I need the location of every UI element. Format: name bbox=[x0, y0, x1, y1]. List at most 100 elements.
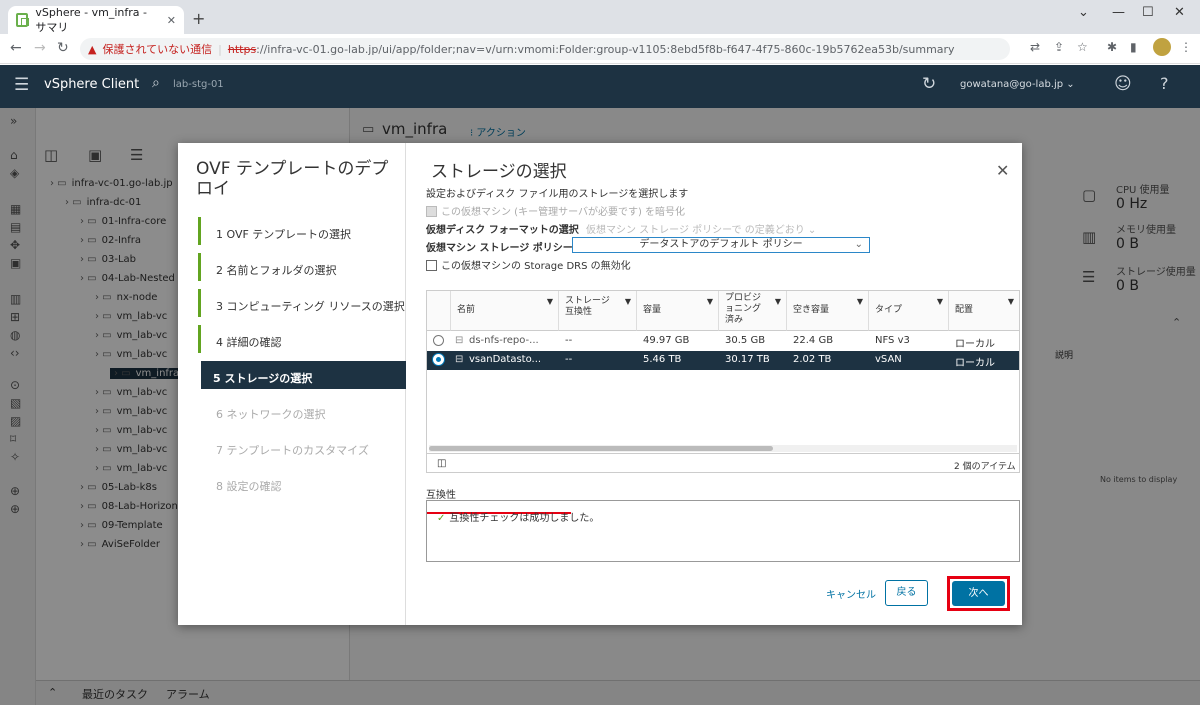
cell-placement: ローカル bbox=[955, 339, 995, 350]
next-button[interactable]: 次へ bbox=[952, 581, 1005, 606]
filter-icon[interactable]: ▼ bbox=[937, 296, 943, 307]
horizontal-scrollbar[interactable] bbox=[429, 445, 1017, 452]
filter-icon[interactable]: ▼ bbox=[1008, 296, 1014, 307]
hamburger-menu-icon[interactable]: ☰ bbox=[14, 75, 29, 95]
filter-icon[interactable]: ▼ bbox=[775, 296, 781, 307]
column-header-compat[interactable]: ストレージ 互換性 ▼ bbox=[559, 291, 637, 331]
back-arrow-icon[interactable]: ← bbox=[10, 40, 22, 56]
radio-column-header bbox=[427, 291, 451, 331]
warning-icon: ▲ bbox=[88, 42, 97, 56]
wizard-steps-panel: OVF テンプレートのデプロイ 1 OVF テンプレートの選択 2 名前とフォル… bbox=[178, 143, 406, 625]
translate-icon[interactable]: ⇄ bbox=[1030, 40, 1040, 54]
disk-format-select: 仮想マシン ストレージ ポリシーで の定義どおり ⌄ bbox=[585, 225, 817, 236]
url-bar[interactable]: ▲ 保護されていない通信 | https://infra-vc-01.go-la… bbox=[80, 38, 1010, 60]
datastore-icon: ⊟ bbox=[455, 335, 464, 346]
browser-menu-icon[interactable]: ⋮ bbox=[1180, 40, 1192, 54]
tab-close-icon[interactable]: ✕ bbox=[167, 14, 176, 27]
profile-avatar[interactable] bbox=[1153, 38, 1171, 56]
user-menu[interactable]: gowatana@go-lab.jp ⌄ bbox=[960, 79, 1075, 90]
minimize-button[interactable]: — bbox=[1112, 5, 1125, 20]
step-ovf-template[interactable]: 1 OVF テンプレートの選択 bbox=[198, 217, 406, 245]
url-path: ://infra-vc-01.go-lab.jp/ui/app/folder;n… bbox=[256, 42, 955, 56]
compat-result-box: ✓ 互換性チェックは成功しました。 bbox=[426, 500, 1020, 562]
storage-policy-select[interactable]: データストアのデフォルト ポリシー ⌄ bbox=[572, 237, 870, 253]
cell-free: 22.4 GB bbox=[793, 335, 834, 346]
close-icon[interactable]: ✕ bbox=[996, 161, 1009, 180]
cancel-button[interactable]: キャンセル bbox=[826, 586, 876, 601]
cell-free: 2.02 TB bbox=[793, 354, 832, 365]
cell-name[interactable]: vsanDatasto... bbox=[469, 354, 541, 365]
feedback-smiley-icon[interactable]: ☺ bbox=[1114, 74, 1132, 94]
refresh-icon[interactable]: ↻ bbox=[922, 74, 936, 94]
table-row-selected[interactable]: ⊟ vsanDatasto... -- 5.46 TB 30.17 TB 2.0… bbox=[427, 351, 1019, 370]
step-compute-resource[interactable]: 3 コンピューティング リソースの選択 bbox=[198, 289, 406, 317]
browser-tab[interactable]: vSphere - vm_infra - サマリ ✕ bbox=[8, 6, 184, 34]
datastore-icon: ⊟ bbox=[455, 354, 464, 365]
page-heading: ストレージの選択 bbox=[431, 162, 567, 182]
grid-footer: ◫ 2 個のアイテム bbox=[427, 453, 1019, 473]
column-header-name[interactable]: 名前 ▼ bbox=[451, 291, 559, 331]
back-button[interactable]: 戻る bbox=[885, 580, 928, 606]
reload-icon[interactable]: ↻ bbox=[57, 40, 69, 56]
compat-label: 互換性 bbox=[426, 490, 456, 501]
side-panel-icon[interactable]: ▮ bbox=[1130, 40, 1137, 54]
step-name-folder[interactable]: 2 名前とフォルダの選択 bbox=[198, 253, 406, 281]
table-row[interactable]: ⊟ ds-nfs-repo-... -- 49.97 GB 30.5 GB 22… bbox=[427, 332, 1019, 351]
storage-policy-value: データストアのデフォルト ポリシー bbox=[639, 239, 803, 250]
filter-icon[interactable]: ▼ bbox=[625, 296, 631, 307]
maximize-button[interactable]: ☐ bbox=[1142, 5, 1154, 20]
cell-name[interactable]: ds-nfs-repo-... bbox=[469, 335, 539, 346]
next-highlight-annotation: 次へ bbox=[947, 576, 1010, 611]
chevron-down-icon: ⌄ bbox=[854, 239, 863, 250]
filter-icon[interactable]: ▼ bbox=[547, 296, 553, 307]
url-divider: | bbox=[218, 42, 222, 56]
row-radio-selected[interactable] bbox=[433, 354, 444, 365]
share-icon[interactable]: ⇪ bbox=[1054, 40, 1064, 54]
encrypt-checkbox[interactable] bbox=[426, 206, 437, 217]
step-select-network: 6 ネットワークの選択 bbox=[216, 408, 326, 421]
row-radio[interactable] bbox=[433, 335, 444, 346]
security-warning: 保護されていない通信 bbox=[102, 43, 213, 56]
tab-search-icon[interactable]: ⌄ bbox=[1078, 5, 1089, 20]
help-icon[interactable]: ? bbox=[1160, 74, 1169, 93]
encrypt-label: この仮想マシン (キー管理サーバが必要です) を暗号化 bbox=[441, 207, 686, 218]
vsphere-favicon-icon bbox=[16, 13, 30, 27]
new-tab-button[interactable]: + bbox=[192, 9, 205, 28]
encrypt-option: この仮想マシン (キー管理サーバが必要です) を暗号化 bbox=[426, 203, 685, 218]
column-header-free[interactable]: 空き容量 ▼ bbox=[787, 291, 869, 331]
column-header-provisioned[interactable]: プロビジ ョニング 済み ▼ bbox=[719, 291, 787, 331]
step-customize-template: 7 テンプレートのカスタマイズ bbox=[216, 444, 369, 457]
compat-message: 互換性チェックは成功しました。 bbox=[449, 513, 600, 524]
search-icon[interactable]: ⌕ bbox=[152, 75, 160, 91]
filter-icon[interactable]: ▼ bbox=[857, 296, 863, 307]
scrollbar-thumb[interactable] bbox=[429, 446, 773, 451]
column-toggle-icon[interactable]: ◫ bbox=[437, 458, 446, 469]
window-close-button[interactable]: ✕ bbox=[1174, 5, 1185, 20]
storage-description: 設定およびディスク ファイル用のストレージを選択します bbox=[426, 189, 689, 200]
check-icon: ✓ bbox=[437, 513, 446, 524]
column-header-capacity[interactable]: 容量 ▼ bbox=[637, 291, 719, 331]
tab-title: vSphere - vm_infra - サマリ bbox=[35, 5, 147, 34]
vsphere-header: ☰ vSphere Client ⌕ lab-stg-01 ↻ gowatana… bbox=[0, 65, 1200, 108]
item-count: 2 個のアイテム bbox=[954, 462, 1016, 472]
extensions-icon[interactable]: ✱ bbox=[1107, 40, 1117, 54]
bookmark-star-icon[interactable]: ☆ bbox=[1077, 40, 1088, 54]
step-select-storage[interactable]: 5 ストレージの選択 bbox=[201, 361, 406, 389]
datastore-grid: 名前 ▼ ストレージ 互換性 ▼ 容量 ▼ プロビジ ョニング 済み ▼ 空き容量 ▼ タイプ ▼… bbox=[426, 290, 1020, 514]
step-confirm-settings: 8 設定の確認 bbox=[216, 480, 282, 493]
disk-format-row: 仮想ディスク フォーマットの選択 仮想マシン ストレージ ポリシーで の定義どお… bbox=[426, 221, 816, 236]
column-header-placement[interactable]: 配置 ▼ bbox=[949, 291, 1019, 331]
url-scheme: https bbox=[227, 42, 257, 56]
filter-icon[interactable]: ▼ bbox=[707, 296, 713, 307]
deploy-ovf-dialog: OVF テンプレートのデプロイ 1 OVF テンプレートの選択 2 名前とフォル… bbox=[178, 143, 1022, 625]
global-search-input[interactable]: lab-stg-01 bbox=[173, 79, 224, 90]
cell-compat: -- bbox=[565, 335, 573, 346]
step-review-details[interactable]: 4 詳細の確認 bbox=[198, 325, 406, 353]
drs-checkbox[interactable] bbox=[426, 260, 437, 271]
forward-arrow-icon[interactable]: → bbox=[34, 40, 46, 56]
cell-type: NFS v3 bbox=[875, 335, 910, 346]
column-header-type[interactable]: タイプ ▼ bbox=[869, 291, 949, 331]
disk-format-label: 仮想ディスク フォーマットの選択 bbox=[426, 225, 579, 236]
wizard-main: ストレージの選択 ✕ 設定およびディスク ファイル用のストレージを選択します こ… bbox=[406, 143, 1022, 625]
drs-option: この仮想マシンの Storage DRS の無効化 bbox=[426, 257, 631, 272]
